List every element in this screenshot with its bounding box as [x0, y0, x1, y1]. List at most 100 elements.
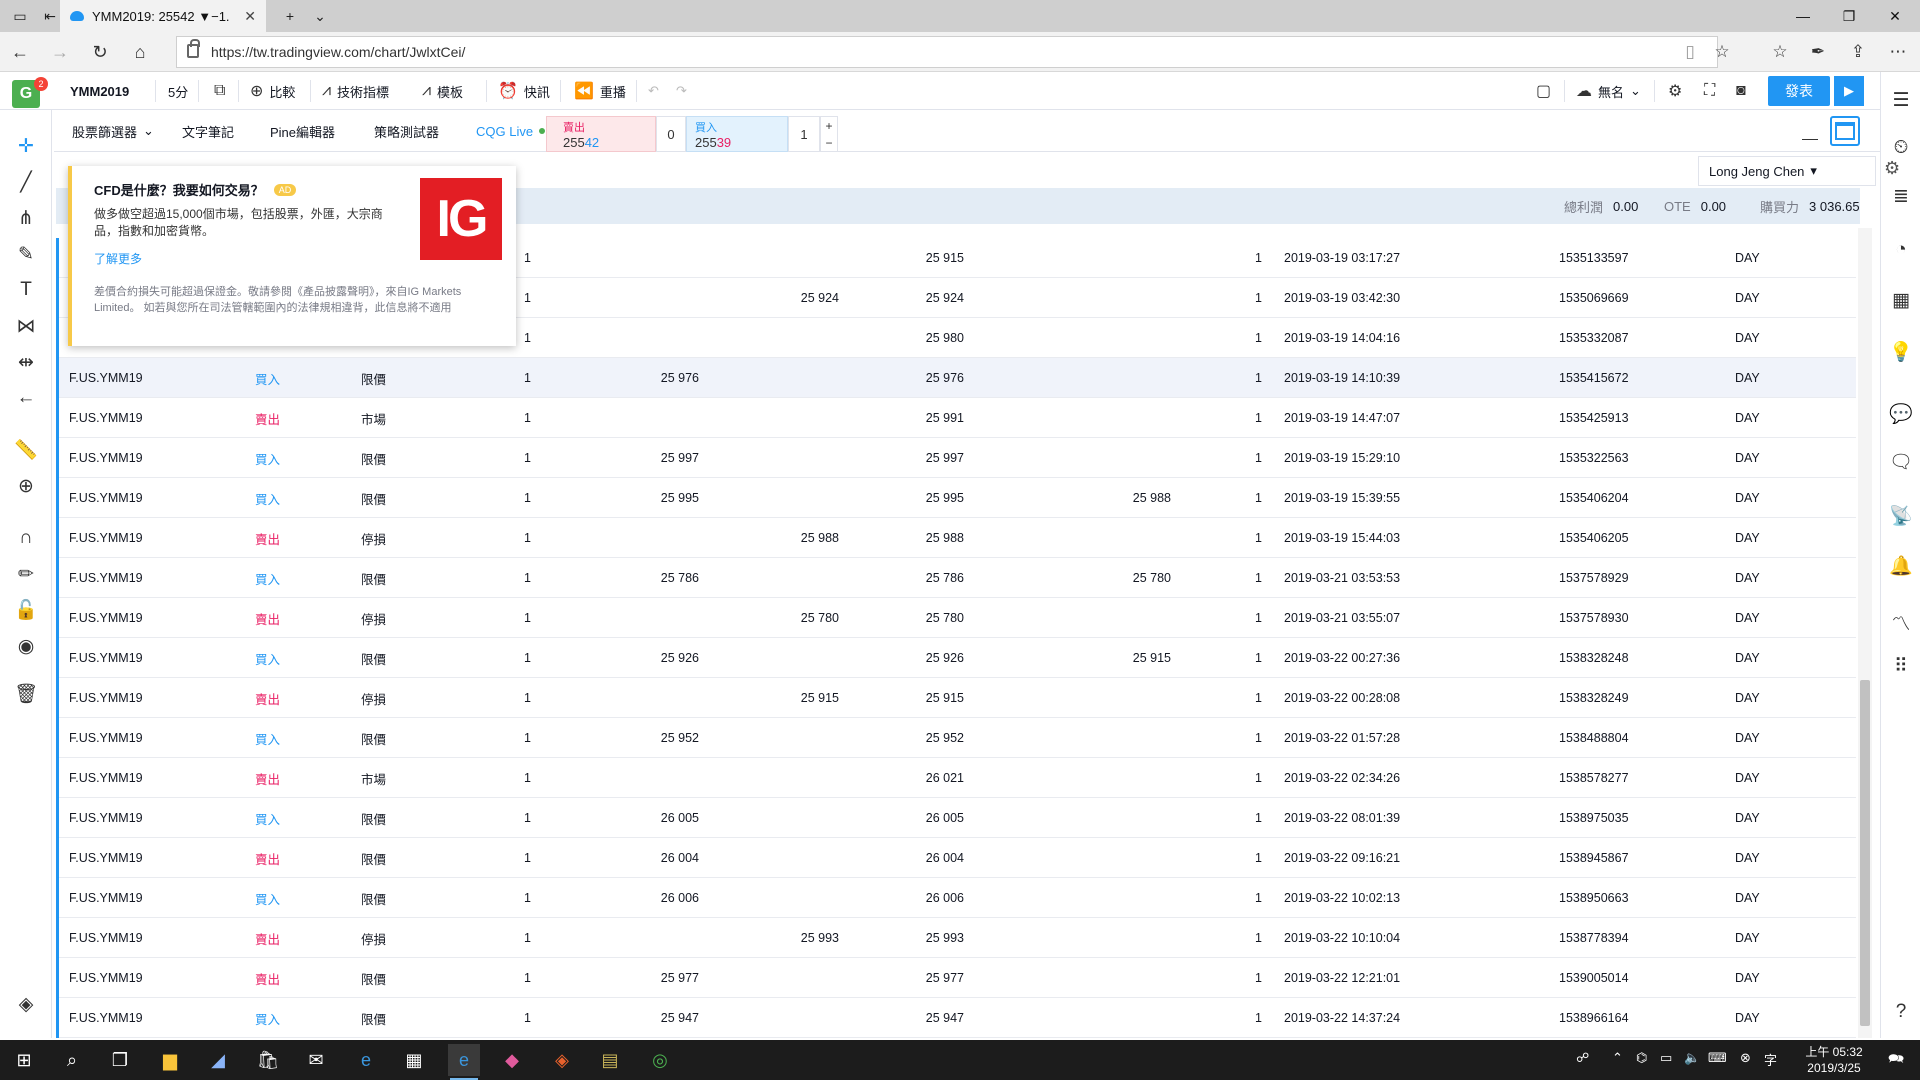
table-scrollbar[interactable] — [1858, 228, 1872, 1038]
arrow-back-icon[interactable]: ← — [12, 384, 40, 412]
share-icon[interactable]: ⇪ — [1840, 36, 1876, 68]
minus-icon[interactable]: − — [825, 136, 832, 150]
table-row[interactable]: F.US.YMM19 賣出 停損 1 25 780 25 780 1 2019-03-21 0… — [59, 598, 1856, 638]
app-icon[interactable]: ◢ — [202, 1044, 234, 1076]
data-window-icon[interactable]: ≣ — [1887, 182, 1915, 210]
quantity-stepper[interactable]: + − — [820, 116, 838, 152]
window-minimize-icon[interactable]: — — [1780, 0, 1826, 32]
hotlist-icon[interactable]: ◔ — [1887, 236, 1915, 264]
tab-stock-screener[interactable]: 股票篩選器 ⌄ — [72, 110, 154, 152]
scroll-thumb[interactable] — [1860, 680, 1870, 1026]
file-explorer-icon[interactable]: ▆ — [154, 1044, 186, 1076]
action-center-icon[interactable]: 🗪 — [1888, 1050, 1904, 1072]
brush-icon[interactable]: ✎ — [12, 240, 40, 268]
table-row[interactable]: F.US.YMM19 賣出 停損 1 25 993 25 993 1 2019-03-22 1… — [59, 918, 1856, 958]
tab-strategy-tester[interactable]: 策略測試器 — [374, 110, 439, 152]
tab-list-chevron-icon[interactable]: ⌄ — [300, 0, 340, 32]
advertisement-popup[interactable]: CFD是什麼？我要如何交易？ AD 做多做空超過15,000個市場，包括股票，外匯… — [68, 166, 516, 346]
app-shield-icon[interactable]: ◈ — [546, 1044, 578, 1076]
ime-icon[interactable]: 字 — [1764, 1050, 1777, 1069]
tab-text-notes[interactable]: 文字筆記 — [182, 110, 234, 152]
buy-button[interactable]: 買入 25539 — [686, 116, 788, 152]
table-row[interactable]: F.US.YMM19 買入 限價 1 25 786 25 786 25 780 1 2019-0… — [59, 558, 1856, 598]
magnet-icon[interactable]: ∩ — [12, 524, 40, 552]
symbol-search-button[interactable]: YMM2019 — [62, 72, 137, 110]
publish-button[interactable]: 發表 — [1768, 76, 1830, 106]
undo-button[interactable]: ↶ — [640, 72, 667, 110]
templates-button[interactable]: ⩘ 模板 — [414, 72, 471, 110]
favorite-star-icon[interactable]: ☆ — [1704, 36, 1740, 68]
table-row[interactable]: F.US.YMM19 買入 限價 1 25 947 25 947 1 2019-03-22 1… — [59, 998, 1856, 1038]
table-row[interactable]: F.US.YMM19 買入 限價 1 25 995 25 995 25 988 1 2019-0… — [59, 478, 1856, 518]
notifications-bell-icon[interactable]: 🔔 — [1887, 552, 1915, 580]
alert-button[interactable]: ⏰ 快訊 — [490, 72, 558, 110]
zoom-in-icon[interactable]: ⊕ — [12, 472, 40, 500]
snapshot-button[interactable]: ◙ — [1728, 72, 1754, 110]
mail-icon[interactable]: ✉ — [300, 1044, 332, 1076]
ad-learn-more-link[interactable]: 了解更多 — [94, 250, 142, 267]
more-menu-icon[interactable]: ⋯ — [1880, 36, 1916, 68]
chat-icon[interactable]: 💬 — [1887, 400, 1915, 428]
table-row[interactable]: F.US.YMM19 買入 限價 1 25 926 25 926 25 915 1 2019-0… — [59, 638, 1856, 678]
settings-button[interactable]: ⚙ — [1660, 72, 1690, 110]
chart-style-button[interactable]: ⧉ — [206, 72, 233, 110]
redo-button[interactable]: ↷ — [668, 72, 695, 110]
account-settings-gear-icon[interactable]: ⚙ — [1884, 158, 1900, 179]
trend-line-icon[interactable]: ╱ — [12, 168, 40, 196]
sell-button[interactable]: 賣出 25542 — [546, 116, 656, 152]
watchlist-icon[interactable]: ☰ — [1887, 86, 1915, 114]
help-icon[interactable]: ? — [1887, 998, 1915, 1026]
calculator-icon[interactable]: ▦ — [398, 1044, 430, 1076]
keyboard-icon[interactable]: ⌨ — [1708, 1050, 1727, 1066]
fullscreen-button[interactable]: ⛶ — [1696, 72, 1723, 110]
messages-icon[interactable]: 🗨 — [1887, 448, 1915, 476]
chrome-icon[interactable]: ◎ — [644, 1044, 676, 1076]
reading-view-icon[interactable]: ▯ — [1672, 36, 1708, 68]
home-icon[interactable]: ⌂ — [122, 36, 158, 68]
internet-explorer-icon[interactable]: e — [350, 1044, 382, 1076]
order-panel-icon[interactable]: 〽 — [1887, 608, 1915, 636]
tab-pine-editor[interactable]: Pine編輯器 — [270, 110, 335, 152]
edge-browser-icon[interactable]: e — [448, 1044, 480, 1080]
close-tab-icon[interactable]: ✕ — [244, 8, 256, 25]
ruler-icon[interactable]: 📏 — [12, 436, 40, 464]
plus-icon[interactable]: + — [825, 119, 832, 133]
depth-of-market-icon[interactable]: ⠿ — [1887, 652, 1915, 680]
terminal-icon[interactable]: ▤ — [594, 1044, 626, 1076]
table-row[interactable]: F.US.YMM19 賣出 市場 1 26 021 1 2019-03-22 02:34:2… — [59, 758, 1856, 798]
indicators-button[interactable]: ⩘ 技術指標 — [314, 72, 397, 110]
panel-minimize-icon[interactable] — [1802, 124, 1818, 140]
interval-button[interactable]: 5分 — [160, 72, 196, 110]
calendar-icon[interactable]: ▦ — [1887, 286, 1915, 314]
table-row[interactable]: F.US.YMM19 買入 限價 1 26 006 26 006 1 2019-03-22 1… — [59, 878, 1856, 918]
quantity-input[interactable]: 1 — [788, 116, 820, 152]
pitchfork-icon[interactable]: ⋔ — [12, 204, 40, 232]
replay-button[interactable]: ⏪ 重播 — [566, 72, 634, 110]
panel-maximize-icon[interactable] — [1830, 116, 1860, 146]
favorites-hub-icon[interactable]: ☆ — [1762, 36, 1798, 68]
table-row[interactable]: F.US.YMM19 買入 限價 1 25 997 25 997 1 2019-03-19 1… — [59, 438, 1856, 478]
eye-icon[interactable]: ◉ — [12, 632, 40, 660]
account-select[interactable]: Long Jeng Chen ▾ — [1698, 156, 1876, 186]
table-row[interactable]: F.US.YMM19 賣出 停損 1 25 915 25 915 1 2019-03-22 0… — [59, 678, 1856, 718]
save-layout-button[interactable]: ☁ 無名 ⌄ — [1568, 72, 1649, 110]
streams-icon[interactable]: 📡 — [1887, 502, 1915, 530]
volume-icon[interactable]: 🔈 — [1684, 1050, 1700, 1066]
table-row[interactable]: F.US.YMM19 買入 限價 1 25 952 25 952 1 2019-03-22 0… — [59, 718, 1856, 758]
trash-icon[interactable]: 🗑 — [12, 680, 40, 708]
unlock-icon[interactable]: 🔓 — [12, 596, 40, 624]
back-arrow-icon[interactable]: ← — [2, 36, 38, 68]
crosshair-icon[interactable]: ✛ — [12, 132, 40, 160]
forward-arrow-icon[interactable]: → — [42, 36, 78, 68]
compare-button[interactable]: ⊕ 比較 — [242, 72, 303, 110]
table-row[interactable]: F.US.YMM19 賣出 限價 1 26 004 26 004 1 2019-03-22 0… — [59, 838, 1856, 878]
battery-icon[interactable]: ▭ — [1660, 1050, 1672, 1066]
pattern-icon[interactable]: ⋈ — [12, 312, 40, 340]
refresh-icon[interactable]: ↻ — [82, 36, 118, 68]
pen-notes-icon[interactable]: ✒ — [1800, 36, 1836, 68]
ideas-bulb-icon[interactable]: 💡 — [1887, 338, 1915, 366]
lock-drawing-pencil-icon[interactable]: ✏ — [12, 560, 40, 588]
maps-icon[interactable]: ◆ — [496, 1044, 528, 1076]
table-row[interactable]: F.US.YMM19 賣出 限價 1 25 977 25 977 1 2019-03-22 1… — [59, 958, 1856, 998]
store-icon[interactable]: 🛍 — [252, 1044, 284, 1076]
